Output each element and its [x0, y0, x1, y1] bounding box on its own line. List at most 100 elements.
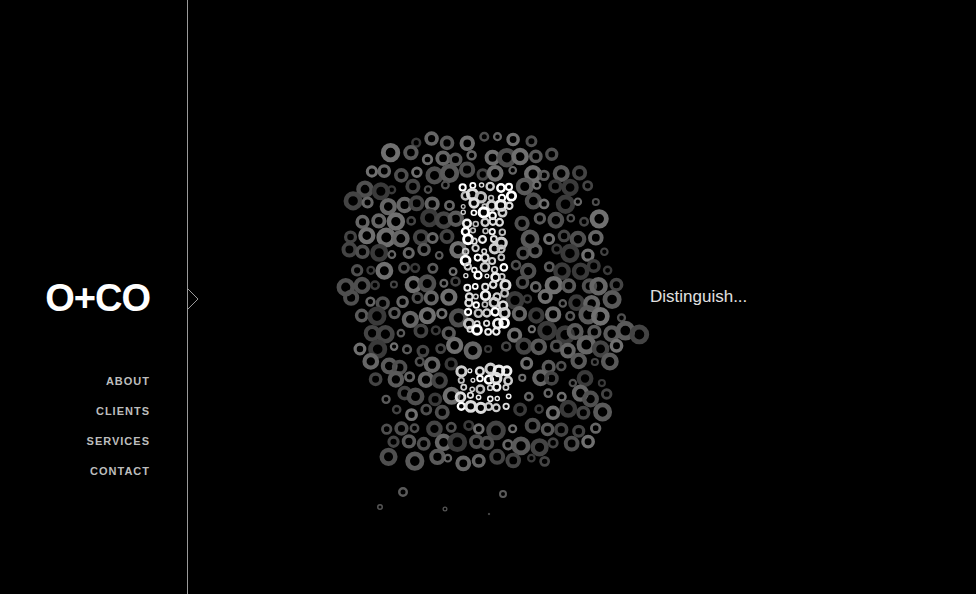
bubble	[579, 337, 594, 352]
bubble	[426, 133, 437, 144]
bubble	[580, 218, 587, 225]
bubble	[421, 309, 434, 322]
bubble	[493, 404, 500, 411]
bubble	[442, 291, 455, 304]
bubble	[441, 231, 452, 242]
bubble	[482, 438, 493, 449]
bubble	[373, 215, 384, 226]
bubble	[546, 373, 557, 384]
bubble	[481, 133, 489, 141]
bubble	[440, 280, 447, 287]
bubble	[450, 435, 465, 450]
bubble	[450, 268, 457, 275]
head-illustration	[330, 77, 650, 517]
bubble	[476, 403, 485, 412]
bubble	[531, 151, 541, 161]
bubble	[490, 281, 496, 287]
bubble	[407, 278, 420, 291]
bubble	[374, 184, 388, 198]
bubble	[618, 314, 625, 321]
bubble	[536, 406, 543, 413]
bubble	[470, 387, 474, 391]
bubble	[345, 292, 357, 304]
nav-item[interactable]: CLIENTS	[96, 396, 150, 426]
bubble	[584, 182, 592, 190]
nav-item[interactable]: CONTACT	[90, 456, 150, 486]
bubble	[525, 393, 532, 400]
bubble	[533, 182, 540, 189]
bubble	[390, 308, 399, 317]
bubble	[474, 272, 481, 279]
bubble	[416, 358, 424, 366]
bubble	[503, 385, 508, 390]
bubble	[491, 451, 503, 463]
nav-item[interactable]: ABOUT	[106, 366, 150, 396]
bubble	[463, 220, 470, 227]
bubble	[592, 212, 606, 226]
bubble	[450, 154, 461, 165]
bubble	[490, 218, 497, 225]
bubble	[457, 457, 469, 469]
bubble	[506, 203, 512, 209]
bubble	[433, 374, 445, 386]
bubble	[512, 261, 520, 269]
bubble	[500, 319, 509, 328]
bubble	[382, 450, 396, 464]
bubble	[524, 295, 531, 302]
bubble	[481, 291, 489, 299]
bubble	[411, 425, 418, 432]
bubble	[603, 355, 616, 368]
bubble	[482, 302, 487, 307]
bubble	[465, 299, 472, 306]
bubble	[501, 290, 508, 297]
bubble	[493, 328, 499, 334]
bubble	[564, 181, 577, 194]
bubble	[506, 394, 510, 398]
bubble	[558, 197, 573, 212]
bubble	[579, 372, 592, 385]
bubble	[426, 292, 437, 303]
bubble	[418, 346, 428, 356]
bubble	[632, 327, 647, 342]
bubble	[422, 405, 431, 414]
bubble	[542, 424, 552, 434]
bubble	[371, 281, 378, 288]
bubble	[556, 424, 567, 435]
bubble	[466, 344, 480, 358]
logo[interactable]: O+CO	[45, 278, 150, 318]
hero: Distinguish...	[188, 0, 976, 594]
bubble	[481, 263, 489, 271]
bubble	[529, 326, 535, 332]
bubble	[466, 402, 476, 412]
bubble	[391, 281, 397, 287]
bubble	[399, 488, 407, 496]
bubble	[519, 375, 525, 381]
bubble	[504, 440, 513, 449]
bubble	[528, 455, 534, 461]
bubble	[589, 327, 600, 338]
bubble	[560, 300, 566, 306]
bubble	[468, 393, 473, 398]
bubble	[482, 249, 487, 254]
bubble	[460, 184, 466, 190]
bubble	[471, 210, 476, 215]
bubble	[555, 265, 568, 278]
bubble	[473, 294, 478, 299]
bubble	[465, 309, 471, 315]
bubble	[388, 186, 395, 193]
bubble	[527, 420, 539, 432]
bubble	[488, 513, 490, 515]
bubble	[396, 170, 407, 181]
nav-item[interactable]: SERVICES	[87, 426, 150, 456]
bubble	[426, 358, 438, 370]
bubble	[591, 424, 600, 433]
bubble	[352, 266, 361, 275]
bubble	[545, 390, 552, 397]
bubble	[522, 358, 532, 368]
bubble	[574, 167, 585, 178]
bubble	[358, 183, 371, 196]
bubble	[476, 395, 480, 399]
bubble	[489, 423, 504, 438]
bubble	[540, 200, 548, 208]
bubble	[483, 309, 490, 316]
